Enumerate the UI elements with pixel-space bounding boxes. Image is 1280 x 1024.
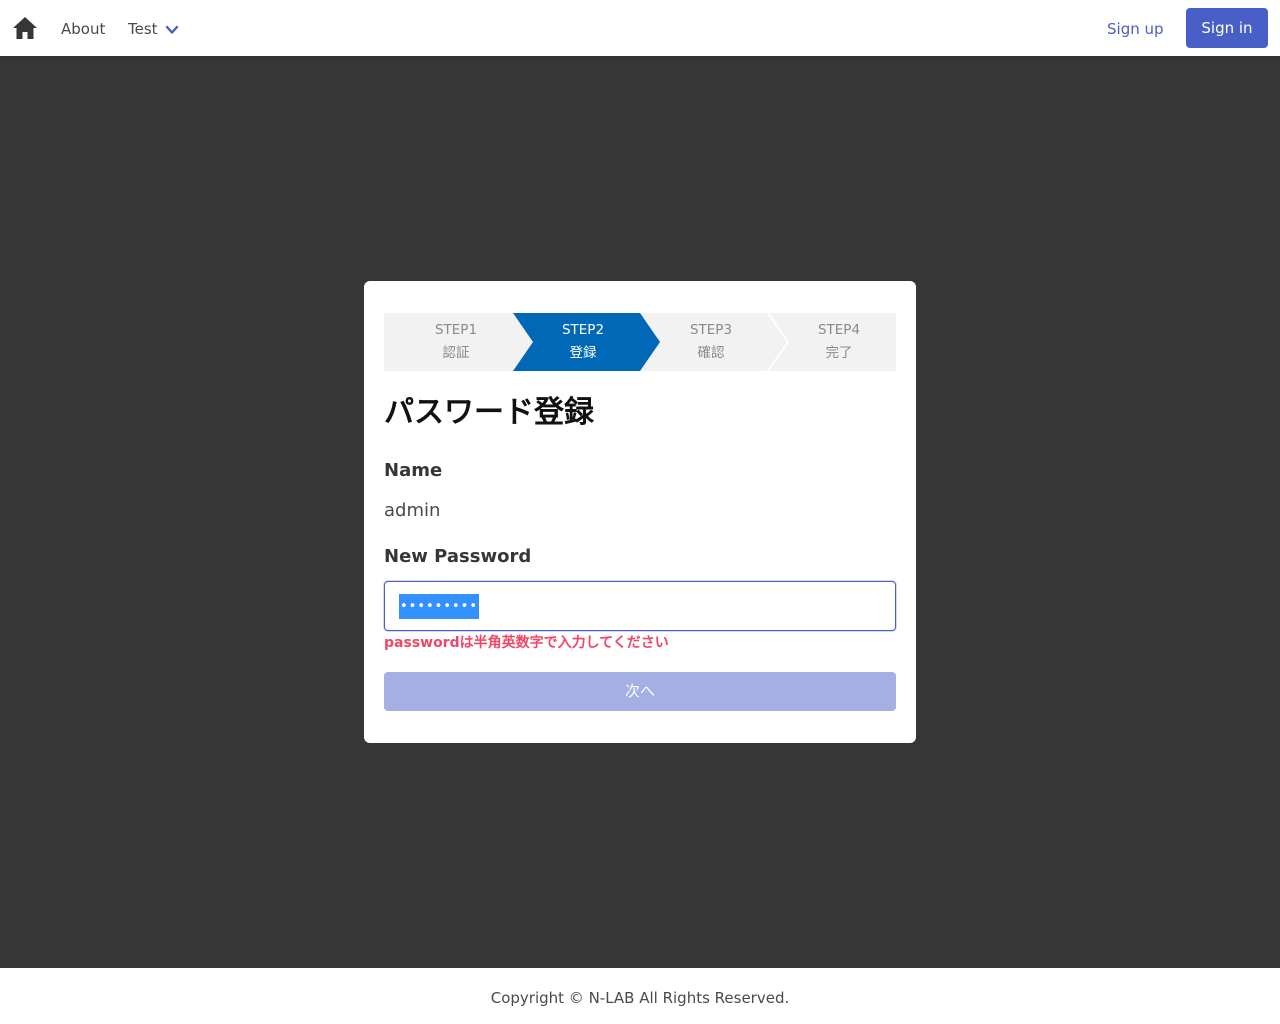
step-3-label: 確認 [697, 345, 725, 361]
step-4: STEP4 完了 [775, 313, 903, 371]
footer: Copyright © N-LAB All Rights Reserved. [0, 968, 1280, 1024]
new-password-label: New Password [384, 546, 532, 567]
home-icon[interactable] [12, 16, 38, 40]
signup-link[interactable]: Sign up [1107, 18, 1164, 40]
password-masked-value: ••••••••• [399, 594, 480, 619]
name-value: admin [384, 500, 441, 521]
name-label: Name [384, 460, 443, 481]
step-2-label: 登録 [569, 345, 597, 361]
step-1-label: 認証 [442, 345, 470, 361]
step-4-number: STEP4 [817, 322, 861, 338]
page-title: パスワード登録 [384, 395, 594, 430]
next-button[interactable]: 次へ [384, 672, 896, 711]
copyright-text: Copyright © N-LAB All Rights Reserved. [490, 989, 790, 1007]
signin-button[interactable]: Sign in [1186, 8, 1268, 48]
step-1: STEP1 認証 [392, 313, 520, 371]
step-4-label: 完了 [825, 345, 853, 361]
navbar: About Test Sign up Sign in [0, 0, 1280, 56]
new-password-input[interactable]: ••••••••• [384, 581, 896, 631]
step-progress: STEP1 認証 STEP2 登録 STEP3 確認 STEP4 完了 [384, 313, 896, 371]
password-error-message: passwordは半角英数字で入力してください [384, 635, 669, 651]
nav-test-dropdown[interactable]: Test [128, 18, 158, 40]
step-2: STEP2 登録 [519, 313, 647, 371]
chevron-down-icon[interactable] [165, 22, 179, 36]
password-registration-card: STEP1 認証 STEP2 登録 STEP3 確認 STEP4 完了 パスワー… [364, 281, 916, 743]
step-3: STEP3 確認 [647, 313, 775, 371]
step-3-number: STEP3 [689, 322, 733, 338]
nav-about-link[interactable]: About [61, 18, 105, 40]
step-2-number: STEP2 [561, 322, 605, 338]
step-1-number: STEP1 [434, 322, 478, 338]
